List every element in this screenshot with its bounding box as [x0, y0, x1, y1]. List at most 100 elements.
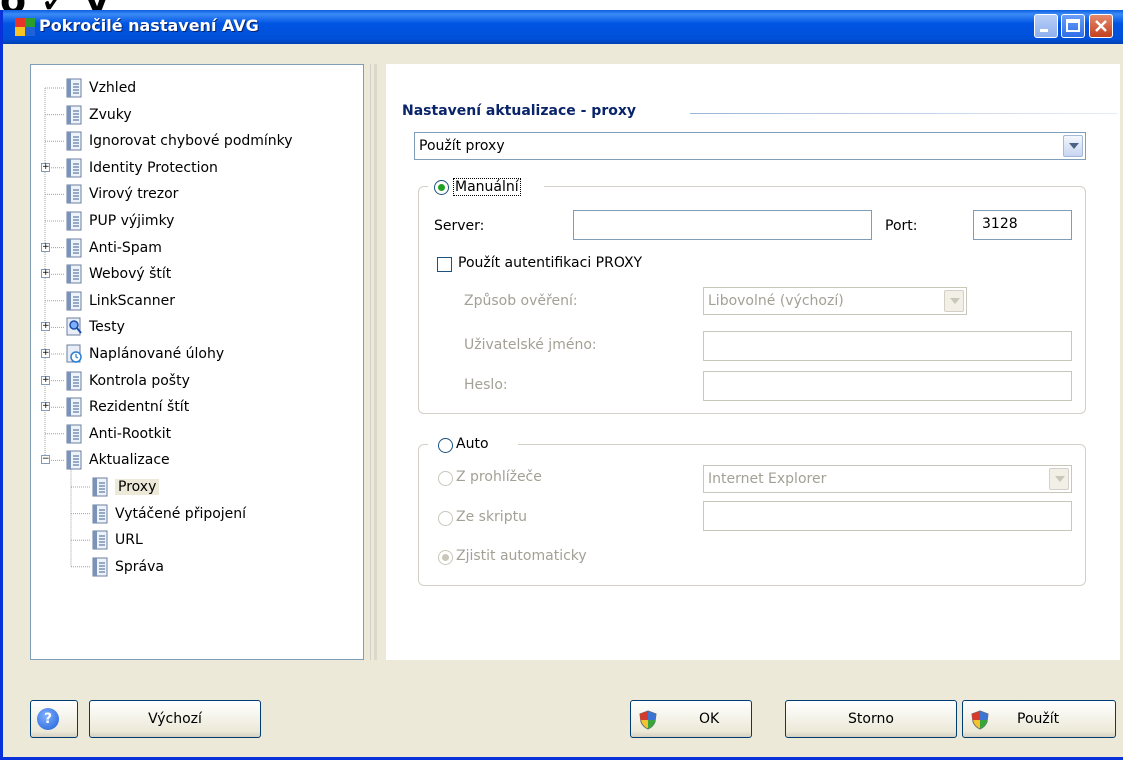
collapse-icon[interactable]: −: [41, 455, 50, 465]
port-label: Port:: [885, 218, 918, 234]
tree-item[interactable]: + Webový štít: [31, 263, 361, 287]
cancel-button-label: Storno: [848, 711, 894, 727]
expand-icon[interactable]: +: [41, 162, 50, 172]
auth-checkbox[interactable]: [437, 257, 452, 272]
tree-item-label: Vzhled: [89, 80, 137, 96]
tree-item[interactable]: URL: [31, 529, 361, 553]
server-input[interactable]: [573, 210, 872, 240]
page-icon: [92, 504, 108, 524]
panel-splitter[interactable]: [370, 64, 387, 660]
tree-item[interactable]: Vytáčené připojení: [31, 503, 361, 527]
tree-item[interactable]: + Naplánované úlohy: [31, 343, 361, 367]
tree-item[interactable]: Vzhled: [31, 77, 361, 101]
page-icon: [92, 477, 108, 497]
auto-label: Auto: [456, 436, 489, 452]
avg-logo-icon: [15, 18, 35, 36]
tree-item-label: LinkScanner: [89, 292, 175, 309]
expand-icon[interactable]: +: [41, 269, 50, 279]
expand-icon[interactable]: +: [41, 242, 50, 252]
page-icon: [66, 184, 82, 204]
ok-button[interactable]: OK: [630, 700, 752, 738]
port-input[interactable]: 3128: [973, 210, 1072, 240]
scheduler-icon: [66, 344, 82, 363]
tree-item[interactable]: PUP výjimky: [31, 210, 361, 234]
tree-item[interactable]: Virový trezor: [31, 183, 361, 207]
tree-item[interactable]: + Testy: [31, 316, 361, 340]
shield-icon: [971, 710, 989, 730]
tree-item[interactable]: Ignorovat chybové podmínky: [31, 130, 361, 154]
expand-icon[interactable]: +: [41, 349, 50, 358]
expand-icon[interactable]: +: [41, 322, 50, 332]
magnifier-icon: [66, 317, 82, 336]
from-script-radio[interactable]: [438, 511, 453, 526]
chevron-down-icon[interactable]: [1049, 468, 1069, 490]
auth-method-select[interactable]: Libovolné (výchozí): [703, 287, 967, 315]
password-input[interactable]: [703, 371, 1072, 401]
tree-item-label: Webový štít: [89, 266, 172, 283]
proxy-mode-select[interactable]: Použít proxy: [414, 132, 1086, 160]
tree-item[interactable]: − Aktualizace: [31, 449, 361, 473]
page-icon: [66, 158, 82, 178]
manual-label: Manuální: [453, 178, 521, 196]
from-script-label: Ze skriptu: [456, 509, 527, 525]
expand-icon[interactable]: +: [41, 375, 50, 385]
tree-item[interactable]: Správa: [31, 556, 361, 580]
cancel-button[interactable]: Storno: [785, 700, 957, 738]
page-icon: [92, 530, 108, 550]
apply-button[interactable]: Použít: [962, 700, 1116, 738]
chevron-down-icon[interactable]: [1063, 135, 1083, 157]
default-button[interactable]: Výchozí: [89, 700, 261, 738]
page-icon: [66, 450, 82, 470]
username-label: Uživatelské jméno:: [464, 337, 597, 353]
expand-icon[interactable]: +: [41, 402, 50, 412]
chevron-down-icon[interactable]: [944, 290, 964, 312]
from-browser-label: Z prohlížeče: [456, 469, 542, 485]
tree-item[interactable]: Anti-Rootkit: [31, 423, 361, 447]
page-icon: [66, 371, 82, 391]
auto-radio[interactable]: [438, 438, 453, 453]
auth-checkbox-label: Použít autentifikaci PROXY: [458, 255, 643, 271]
tree-item[interactable]: Zvuky: [31, 104, 361, 128]
title-bar[interactable]: Pokročilé nastavení AVG: [3, 10, 1123, 44]
detect-auto-label: Zjistit automaticky: [456, 548, 587, 564]
auth-method-value: Libovolné (výchozí): [708, 293, 844, 309]
help-icon: ?: [37, 708, 59, 730]
minimize-button[interactable]: [1034, 14, 1058, 38]
browser-select[interactable]: Internet Explorer: [703, 465, 1072, 493]
settings-tree[interactable]: Vzhled Zvuky Ignorovat chybové podmínky + Id…: [30, 64, 364, 660]
tree-item-label: Správa: [115, 558, 164, 575]
tree-item-label: Naplánované úlohy: [89, 346, 225, 362]
tree-item-label: Identity Protection: [89, 159, 218, 176]
tree-item[interactable]: + Kontrola pošty: [31, 370, 361, 394]
tree-item-label: Vytáčené připojení: [115, 505, 247, 522]
detect-auto-radio[interactable]: [438, 550, 453, 565]
close-button[interactable]: [1089, 14, 1113, 38]
manual-radio[interactable]: [434, 180, 449, 195]
tree-item-label: Ignorovat chybové podmínky: [89, 133, 293, 150]
from-browser-radio[interactable]: [438, 471, 453, 486]
script-input[interactable]: [703, 501, 1072, 531]
page-icon: [66, 264, 82, 284]
proxy-mode-value: Použít proxy: [419, 138, 505, 154]
page-icon: [66, 78, 82, 98]
page-icon: [92, 557, 108, 577]
tree-item[interactable]: + Anti-Spam: [31, 237, 361, 261]
server-label: Server:: [434, 218, 485, 234]
page-icon: [66, 105, 82, 125]
minimize-icon: [1040, 29, 1048, 32]
maximize-button[interactable]: [1061, 14, 1085, 38]
tree-item[interactable]: + Rezidentní štít: [31, 396, 361, 420]
tree-item[interactable]: Proxy: [31, 476, 361, 500]
page-icon: [66, 291, 82, 311]
tree-item-label: Zvuky: [89, 106, 132, 123]
help-button[interactable]: ?: [30, 700, 78, 738]
tree-item[interactable]: LinkScanner: [31, 290, 361, 314]
page-icon: [66, 424, 82, 444]
close-icon: [1095, 20, 1107, 32]
window-title: Pokročilé nastavení AVG: [39, 16, 259, 35]
shield-icon: [639, 710, 657, 730]
auth-method-label: Způsob ověření:: [464, 293, 578, 309]
tree-item-label: URL: [115, 532, 143, 549]
username-input[interactable]: [703, 331, 1072, 361]
tree-item[interactable]: + Identity Protection: [31, 157, 361, 181]
